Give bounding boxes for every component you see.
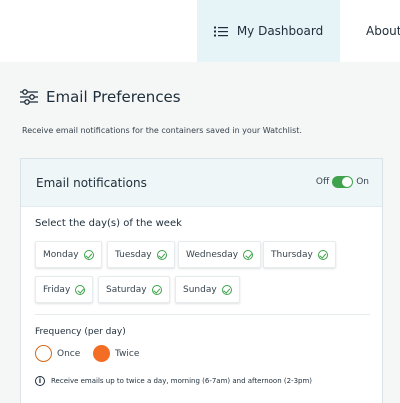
frequency-option-twice[interactable]: Twice [93,345,139,362]
info-icon: i [35,376,45,386]
day-chip-saturday[interactable]: Saturday [98,276,170,303]
nav-about[interactable]: About [366,0,400,62]
check-circle-icon [243,249,254,260]
info-note: i Receive emails up to twice a day, morn… [35,376,312,386]
day-label: Monday [43,249,79,260]
radio-label: Once [57,348,81,359]
card-header: Email notifications Off On [21,159,382,207]
days-section-title: Select the day(s) of the week [35,218,182,229]
nav-my-dashboard[interactable]: My Dashboard [197,0,340,62]
day-label: Wednesday [186,249,239,260]
info-text: Receive emails up to twice a day, mornin… [51,377,313,385]
card-title: Email notifications [36,176,147,190]
email-notifications-card: Email notifications Off On Select the da… [20,158,383,403]
section-divider [35,314,370,315]
day-label: Sunday [183,284,217,295]
day-chip-thursday[interactable]: Thursday [263,241,336,268]
toggle-knob [342,177,353,187]
toggle-on-label: On [356,177,369,187]
sliders-icon [20,89,38,105]
check-circle-icon [151,284,162,295]
page-subtitle: Receive email notifications for the cont… [22,126,302,135]
day-chip-wednesday[interactable]: Wednesday [178,241,262,268]
radio-label: Twice [115,348,140,359]
nav-my-dashboard-label: My Dashboard [236,24,324,38]
day-label: Friday [43,284,71,295]
frequency-option-once[interactable]: Once [35,345,80,362]
frequency-title: Frequency (per day) [35,327,126,337]
list-icon [213,26,228,36]
top-navigation: My Dashboard About [0,0,400,62]
day-label: Saturday [106,284,147,295]
day-label: Thursday [271,249,313,260]
day-chip-tuesday[interactable]: Tuesday [107,241,175,268]
day-chip-friday[interactable]: Friday [35,276,94,303]
radio-button-selected[interactable] [93,345,110,362]
toggle-off-label: Off [315,177,330,187]
check-circle-icon [156,249,167,260]
radio-button[interactable] [35,345,52,362]
day-chip-sunday[interactable]: Sunday [175,276,240,303]
check-circle-icon [83,249,94,260]
notifications-toggle[interactable] [332,176,354,188]
page-title-text: Email Preferences [46,88,181,106]
page-title: Email Preferences [20,88,181,106]
check-circle-icon [317,249,328,260]
notifications-toggle-group: Off On [316,176,369,188]
check-circle-icon [221,284,232,295]
check-circle-icon [75,284,86,295]
day-chip-monday[interactable]: Monday [35,241,102,268]
day-label: Tuesday [115,249,152,260]
